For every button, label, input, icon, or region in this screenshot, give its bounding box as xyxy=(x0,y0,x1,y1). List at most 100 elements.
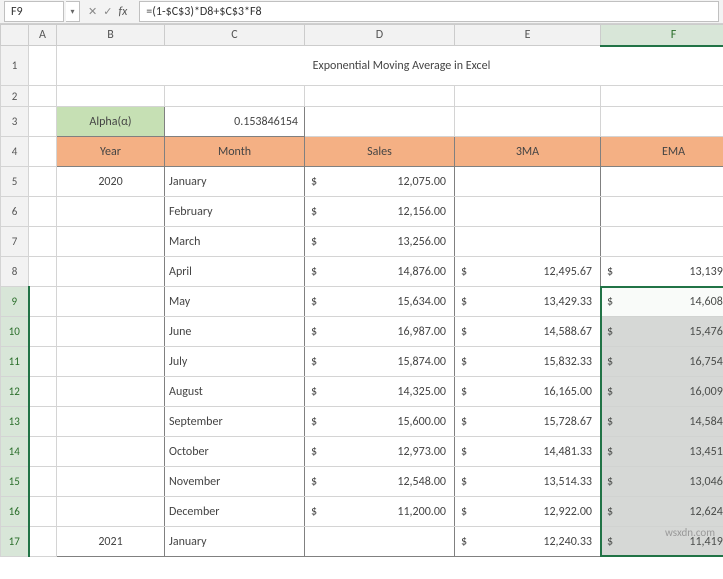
cell[interactable]: $15,600.00 xyxy=(305,407,455,437)
cell[interactable]: $12,922.00 xyxy=(455,497,601,527)
row-header[interactable]: 4 xyxy=(1,137,29,167)
header-ema[interactable]: EMA xyxy=(601,137,723,167)
spreadsheet-grid[interactable]: A B C D E F 1 Exponential Moving Average… xyxy=(0,24,723,557)
cell[interactable]: $12,240.33 xyxy=(455,527,601,557)
cell[interactable]: $14,481.33 xyxy=(455,437,601,467)
cell[interactable] xyxy=(29,197,57,227)
select-all-corner[interactable] xyxy=(1,25,29,46)
header-year[interactable]: Year xyxy=(57,137,165,167)
cell[interactable]: $15,832.33 xyxy=(455,347,601,377)
cell-month[interactable]: October xyxy=(165,437,305,467)
cell[interactable] xyxy=(29,347,57,377)
row-header[interactable]: 12 xyxy=(1,377,29,407)
cell-year[interactable] xyxy=(57,467,165,497)
cell-month[interactable]: November xyxy=(165,467,305,497)
cell[interactable] xyxy=(29,107,57,137)
cell[interactable]: $16,165.00 xyxy=(455,377,601,407)
cell[interactable] xyxy=(305,527,455,557)
cell[interactable] xyxy=(29,167,57,197)
cell[interactable]: $13,451.02 xyxy=(601,437,723,467)
cell[interactable]: $12,075.00 xyxy=(305,167,455,197)
row-header[interactable]: 14 xyxy=(1,437,29,467)
cell[interactable] xyxy=(29,46,57,86)
cell[interactable]: $15,728.67 xyxy=(455,407,601,437)
cell[interactable] xyxy=(29,407,57,437)
cell-month[interactable]: May xyxy=(165,287,305,317)
cancel-icon[interactable]: ✕ xyxy=(88,5,97,18)
cell-month[interactable]: January xyxy=(165,167,305,197)
row-header[interactable]: 6 xyxy=(1,197,29,227)
header-month[interactable]: Month xyxy=(165,137,305,167)
col-header-B[interactable]: B xyxy=(57,25,165,46)
cell-year[interactable] xyxy=(57,257,165,287)
cell[interactable]: $13,514.33 xyxy=(455,467,601,497)
row-header[interactable]: 10 xyxy=(1,317,29,347)
row-header[interactable]: 11 xyxy=(1,347,29,377)
cell-month[interactable]: June xyxy=(165,317,305,347)
cell-month[interactable]: January xyxy=(165,527,305,557)
cell[interactable]: $12,624.70 xyxy=(601,497,723,527)
row-header[interactable]: 9 xyxy=(1,287,29,317)
cell[interactable]: $16,987.00 xyxy=(305,317,455,347)
cell[interactable]: $12,495.67 xyxy=(455,257,601,287)
row-header[interactable]: 16 xyxy=(1,497,29,527)
col-header-E[interactable]: E xyxy=(455,25,601,46)
cell[interactable] xyxy=(29,467,57,497)
row-header[interactable]: 2 xyxy=(1,86,29,107)
formula-bar[interactable]: =(1-$C$3)*D8+$C$3*F8 xyxy=(139,1,719,22)
cell-month[interactable]: April xyxy=(165,257,305,287)
cell-year[interactable] xyxy=(57,227,165,257)
cell[interactable]: $12,156.00 xyxy=(305,197,455,227)
cell-month[interactable]: March xyxy=(165,227,305,257)
cell[interactable]: $13,429.33 xyxy=(455,287,601,317)
name-box-dropdown-icon[interactable]: ▾ xyxy=(66,1,80,22)
cell[interactable]: $14,325.00 xyxy=(305,377,455,407)
cell[interactable]: $15,476.27 xyxy=(601,317,723,347)
row-header[interactable]: 17 xyxy=(1,527,29,557)
cell-year[interactable] xyxy=(57,197,165,227)
cell[interactable] xyxy=(29,497,57,527)
cell[interactable]: $13,139.03 xyxy=(601,257,723,287)
row-header[interactable]: 7 xyxy=(1,227,29,257)
cell[interactable]: $13,046.54 xyxy=(601,467,723,497)
cell[interactable]: $13,256.00 xyxy=(305,227,455,257)
cell[interactable] xyxy=(29,317,57,347)
page-title[interactable]: Exponential Moving Average in Excel xyxy=(57,46,723,86)
cell[interactable]: $16,009.47 xyxy=(601,377,723,407)
row-header[interactable]: 1 xyxy=(1,46,29,86)
cell[interactable] xyxy=(601,197,723,227)
fx-icon[interactable]: fx xyxy=(118,5,131,19)
cell[interactable]: $14,876.00 xyxy=(305,257,455,287)
enter-icon[interactable]: ✓ xyxy=(103,5,112,18)
header-sales[interactable]: Sales xyxy=(305,137,455,167)
cell[interactable] xyxy=(29,437,57,467)
cell[interactable] xyxy=(455,167,601,197)
cell[interactable]: $14,584.15 xyxy=(601,407,723,437)
cell[interactable]: $14,588.67 xyxy=(455,317,601,347)
cell-month[interactable]: September xyxy=(165,407,305,437)
cell[interactable] xyxy=(601,167,723,197)
cell[interactable]: $16,754.58 xyxy=(601,347,723,377)
cell[interactable]: $12,973.00 xyxy=(305,437,455,467)
cell[interactable] xyxy=(29,287,57,317)
cell-year[interactable] xyxy=(57,317,165,347)
cell-year[interactable] xyxy=(57,497,165,527)
cell-year[interactable] xyxy=(57,407,165,437)
header-3ma[interactable]: 3MA xyxy=(455,137,601,167)
row-header[interactable]: 15 xyxy=(1,467,29,497)
cell[interactable]: $15,874.00 xyxy=(305,347,455,377)
cell[interactable] xyxy=(29,377,57,407)
col-header-F[interactable]: F xyxy=(601,25,723,46)
col-header-C[interactable]: C xyxy=(165,25,305,46)
cell[interactable] xyxy=(455,227,601,257)
alpha-label[interactable]: Alpha(α) xyxy=(57,107,165,137)
row-header[interactable]: 5 xyxy=(1,167,29,197)
cell[interactable] xyxy=(455,197,601,227)
cell-month[interactable]: August xyxy=(165,377,305,407)
cell[interactable]: $14,608.77 xyxy=(601,287,723,317)
alpha-value[interactable]: 0.153846154 xyxy=(165,107,305,137)
cell-year[interactable]: 2021 xyxy=(57,527,165,557)
cell[interactable] xyxy=(29,527,57,557)
col-header-A[interactable]: A xyxy=(29,25,57,46)
cell[interactable]: $15,634.00 xyxy=(305,287,455,317)
